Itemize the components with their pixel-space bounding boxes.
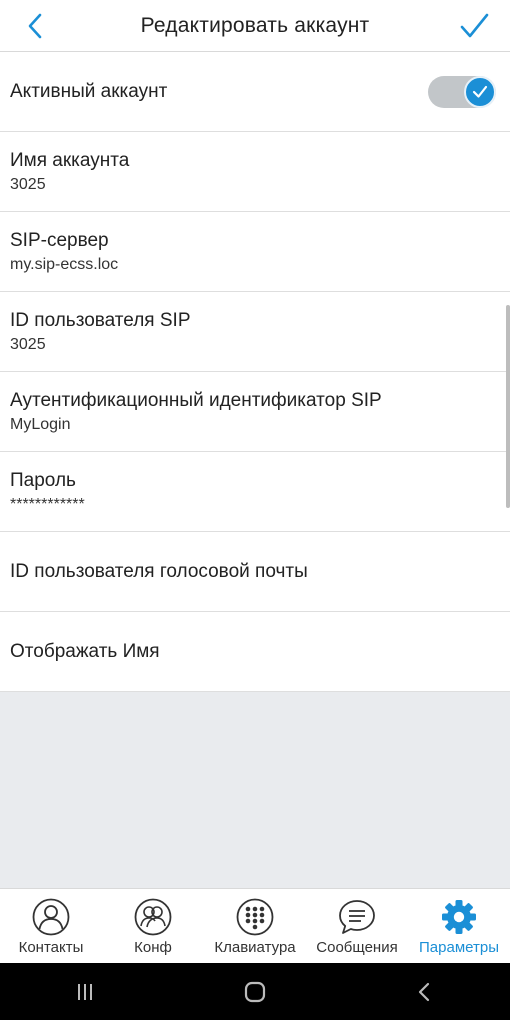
nav-label: Сообщения [316,939,398,956]
setting-label: Имя аккаунта [10,149,130,171]
gear-icon [442,900,476,934]
active-account-toggle[interactable] [428,76,496,108]
page-title: Редактировать аккаунт [140,13,370,37]
system-back-button[interactable] [405,972,445,1012]
home-button[interactable] [235,972,275,1012]
nav-contacts[interactable]: Контакты [0,889,102,963]
setting-label: Отображать Имя [10,640,160,662]
setting-account-name[interactable]: Имя аккаунта 3025 [0,132,510,212]
nav-label: Контакты [18,939,84,956]
setting-sip-server[interactable]: SIP-сервер my.sip-ecss.loc [0,212,510,292]
scrollbar[interactable] [506,305,510,508]
setting-value: 3025 [10,175,46,193]
nav-label: Конф [134,939,172,956]
home-icon [244,981,266,1002]
setting-label: Активный аккаунт [10,80,168,102]
back-icon [418,982,430,1001]
setting-label: ID пользователя голосовой почты [10,560,308,582]
setting-active-account[interactable]: Активный аккаунт [0,52,510,132]
nav-messages[interactable]: Сообщения [306,889,408,963]
setting-value: 3025 [10,335,46,353]
setting-label: SIP-сервер [10,229,109,251]
setting-display-name[interactable]: Отображать Имя [0,612,510,692]
back-button[interactable] [20,10,52,42]
setting-voicemail-user-id[interactable]: ID пользователя голосовой почты [0,532,510,612]
setting-label: ID пользователя SIP [10,309,191,331]
nav-conference[interactable]: Конф [102,889,204,963]
check-icon [472,85,488,98]
nav-label: Параметры [419,939,499,956]
system-navigation-bar [0,963,510,1020]
dialpad-icon [236,898,274,936]
chevron-left-icon [28,13,42,39]
setting-label: Пароль [10,469,76,491]
chat-icon [339,900,375,934]
check-icon [460,13,489,38]
setting-label: Аутентификационный идентификатор SIP [10,389,382,411]
save-button[interactable] [458,10,490,42]
nav-dialpad[interactable]: Клавиатура [204,889,306,963]
person-icon [32,898,70,936]
setting-value: MyLogin [10,415,71,433]
recents-icon [78,983,92,1000]
recents-button[interactable] [65,972,105,1012]
group-icon [134,898,172,936]
app-header: Редактировать аккаунт [0,0,510,52]
setting-value: ************ [10,495,85,513]
nav-label: Клавиатура [214,939,296,956]
nav-settings[interactable]: Параметры [408,889,510,963]
setting-value: my.sip-ecss.loc [10,255,119,273]
setting-sip-user-id[interactable]: ID пользователя SIP 3025 [0,292,510,372]
toggle-knob [464,76,496,108]
setting-sip-auth-id[interactable]: Аутентификационный идентификатор SIP MyL… [0,372,510,452]
setting-password[interactable]: Пароль ************ [0,452,510,532]
account-settings-list: Активный аккаунт Имя аккаунта 3025 SIP-с… [0,52,510,692]
bottom-navigation: Контакты Конф Клавиатура Сообщения Парам… [0,888,510,963]
app-screen: Редактировать аккаунт Активный аккаунт И… [0,0,510,1020]
